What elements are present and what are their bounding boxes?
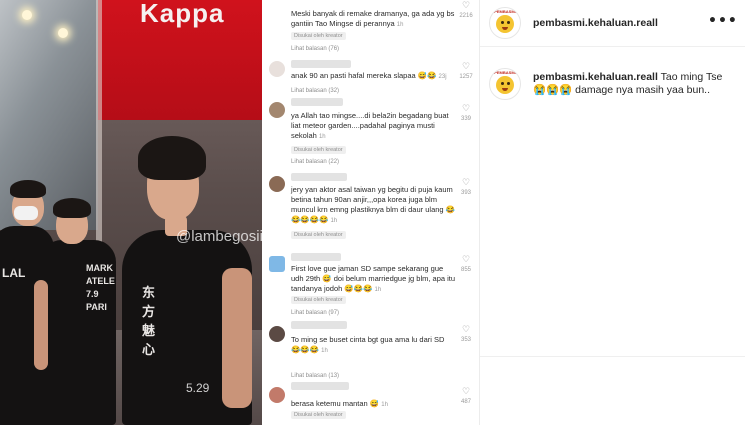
comment-text: berasa ketemu mantan 😅 1h [291,399,388,408]
avatar[interactable] [269,176,285,192]
comment-text: anak 90 an pasti hafal mereka slapaa 😅😂 … [291,71,447,80]
creator-liked-badge: Disukai oleh kreator [291,231,346,239]
avatar-logo-text: PEMBASMI [494,70,516,75]
avatar[interactable] [269,102,285,118]
comments-screenshot: Meski banyak di remake dramanya, ga ada … [262,0,480,425]
redacted-username [291,98,343,106]
comment-text: ya Allah tao mingse....di bela2in begada… [291,111,449,140]
shirt-print: LAL [2,266,26,280]
avatar[interactable] [269,326,285,342]
video-timestamp: 5.29 [186,381,210,395]
post-caption: pembasmi.kehaluan.reall Tao ming Tse 😭😭😭… [533,71,723,96]
avatar-logo-text: PEMBASMI [494,9,516,14]
redacted-username [291,382,349,390]
ceiling-lamp [58,28,68,38]
creator-liked-badge: Disukai oleh kreator [291,296,346,304]
post-header: PEMBASMI pembasmi.kehaluan.reall ••• [480,0,745,47]
view-replies-link[interactable]: Lihat balasan (76) [291,46,339,52]
view-replies-link[interactable]: Lihat balasan (22) [291,159,339,165]
caption-username[interactable]: pembasmi.kehaluan.reall [533,71,658,83]
watermark: @lambegosiip [176,228,262,245]
heart-icon[interactable]: ♡ [459,255,473,265]
like-count: 393 [460,190,471,196]
shirt-print: MARK ATELE 7.9 PARI [86,263,115,312]
comment-text: Meski banyak di remake dramanya, ga ada … [291,9,455,28]
post-sidebar: PEMBASMI pembasmi.kehaluan.reall ••• PEM… [480,0,745,425]
avatar[interactable] [269,256,285,272]
redacted-username [291,321,347,329]
comment-text: First love gue jaman SD sampe sekarang g… [291,264,456,293]
avatar-icon[interactable]: PEMBASMI [489,7,521,39]
like-count: 339 [460,116,471,122]
view-replies-link[interactable]: Lihat balasan (32) [291,88,339,94]
divider [480,356,745,357]
like-count: 855 [460,267,471,273]
comment-text: To ming se buset cinta bgt gua ama lu da… [291,335,445,354]
heart-icon[interactable]: ♡ [459,104,473,114]
creator-liked-badge: Disukai oleh kreator [291,32,346,40]
heart-icon[interactable]: ♡ [459,62,473,72]
shirt-print: 东方魅心 [142,285,158,357]
creator-liked-badge: Disukai oleh kreator [291,146,346,154]
post-photo: Kappa LAL MARK ATELE 7.9 PARI 东方魅心 @lamb… [0,0,262,425]
like-count: 1257 [459,74,473,80]
heart-icon[interactable]: ♡ [459,387,473,397]
redacted-username [291,60,351,68]
avatar[interactable] [269,387,285,403]
more-options-icon[interactable]: ••• [708,13,738,29]
heart-icon[interactable]: ♡ [459,1,473,11]
heart-icon[interactable]: ♡ [459,178,473,188]
avatar-icon[interactable]: PEMBASMI [489,68,521,100]
ceiling-lamp [22,10,32,20]
redacted-username [291,173,347,181]
username-link[interactable]: pembasmi.kehaluan.reall [533,17,658,29]
comment-text: jery yan aktor asal taiwan yg begitu di … [291,185,456,224]
view-replies-link[interactable]: Lihat balasan (13) [291,373,339,379]
redacted-username [291,253,341,261]
avatar[interactable] [269,61,285,77]
face-mask [14,206,38,220]
like-count: 487 [460,399,471,405]
store-sign-text: Kappa [140,0,225,28]
like-count: 353 [460,337,471,343]
heart-icon[interactable]: ♡ [459,325,473,335]
view-replies-link[interactable]: Lihat balasan (97) [291,310,339,316]
creator-liked-badge: Disukai oleh kreator [291,411,346,419]
like-count: 2216 [459,13,473,19]
